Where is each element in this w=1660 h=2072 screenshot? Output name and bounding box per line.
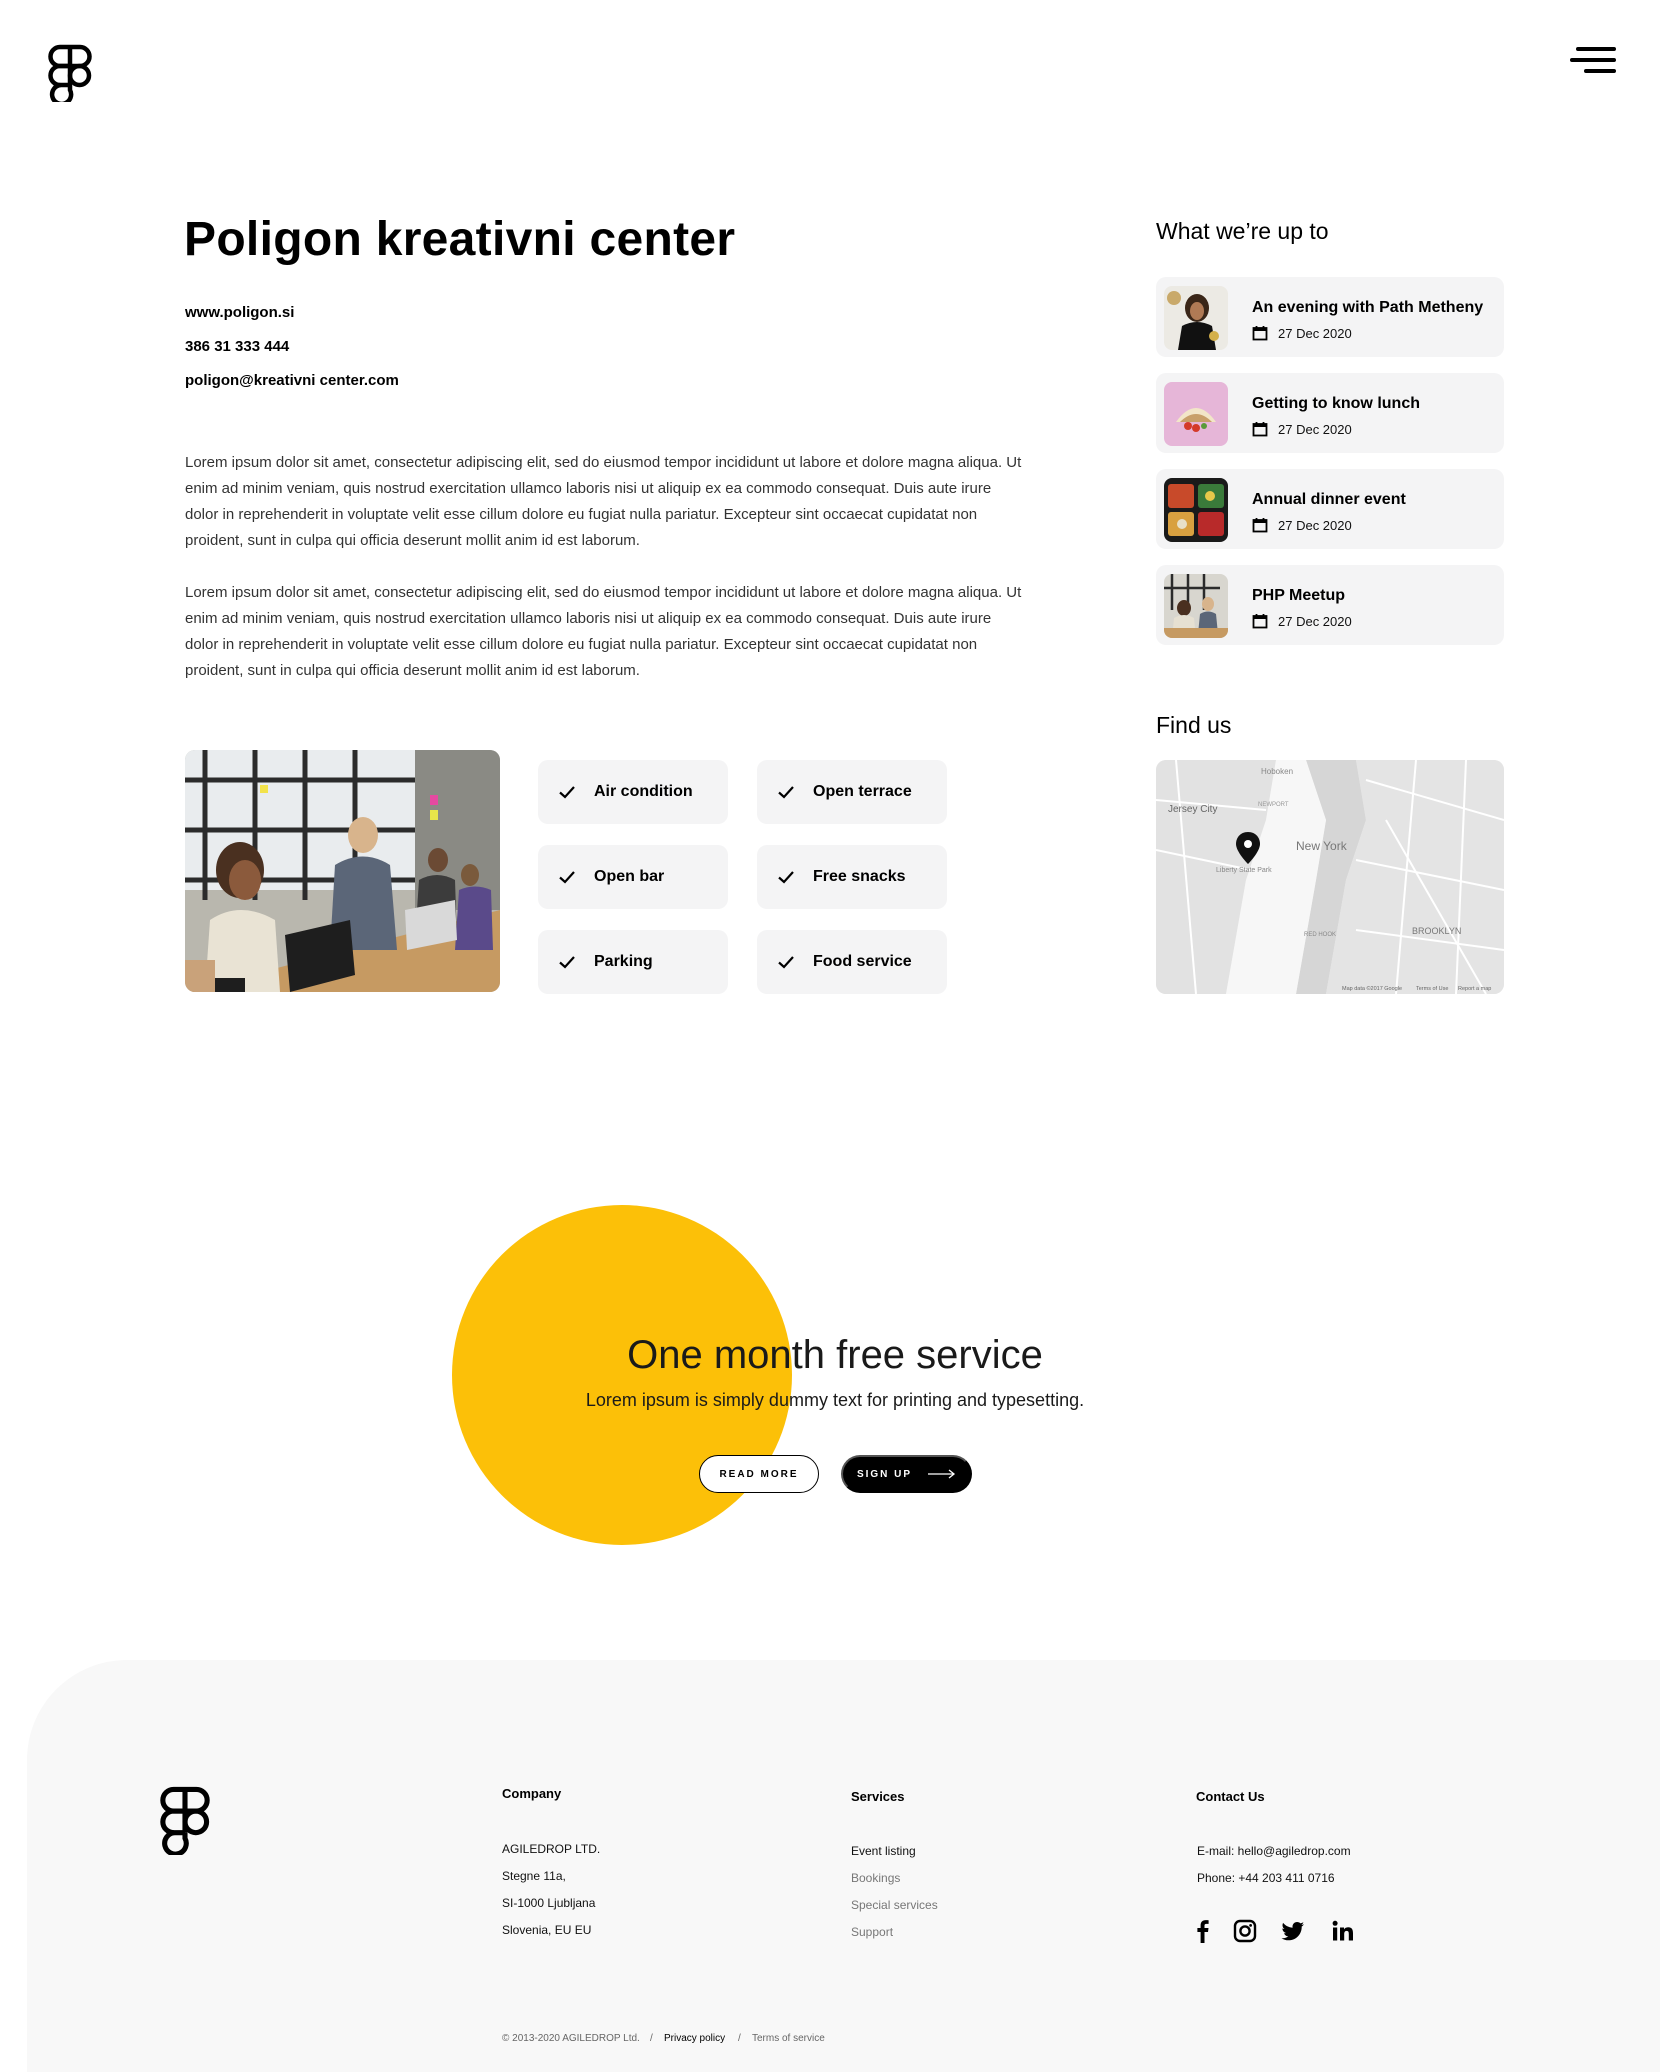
checkmark-icon — [778, 786, 794, 799]
map-attribution: Map data ©2017 Google — [1342, 985, 1402, 992]
footer-link-special-services[interactable]: Special services — [851, 1898, 938, 1912]
promo-title: One month free service — [627, 1333, 1043, 1377]
map-terms-link[interactable]: Terms of Use — [1416, 986, 1448, 992]
map-label: New York — [1296, 839, 1348, 853]
location-map[interactable]: Hoboken Jersey City NEWPORT New York Lib… — [1156, 760, 1504, 994]
amenity-label: Free snacks — [813, 868, 906, 885]
calendar-icon — [1252, 518, 1268, 533]
checkmark-icon — [778, 871, 794, 884]
amenity-tag: Free snacks — [757, 845, 947, 909]
footer-logo-icon[interactable] — [160, 1783, 210, 1857]
map-report-link[interactable]: Report a map — [1458, 986, 1491, 992]
calendar-icon — [1252, 326, 1268, 341]
venue-website[interactable]: www.poligon.si — [185, 304, 294, 321]
event-card[interactable]: Getting to know lunch 27 Dec 2020 — [1156, 373, 1504, 453]
facebook-icon[interactable] — [1190, 1918, 1216, 1944]
footer-link-support[interactable]: Support — [851, 1925, 893, 1939]
amenity-tag: Open terrace — [757, 760, 947, 824]
amenity-label: Open bar — [594, 868, 665, 885]
venue-email[interactable]: poligon@kreativni center.com — [185, 372, 399, 389]
event-thumbnail — [1164, 286, 1228, 350]
checkmark-icon — [559, 786, 575, 799]
page-title: Poligon kreativni center — [184, 213, 736, 266]
privacy-policy-link[interactable]: Privacy policy — [664, 2033, 725, 2044]
map-label: RED HOOK — [1304, 932, 1336, 938]
venue-phone[interactable]: 386 31 333 444 — [185, 338, 289, 355]
event-card[interactable]: Annual dinner event 27 Dec 2020 — [1156, 469, 1504, 549]
read-more-button[interactable]: READ MORE — [699, 1455, 819, 1493]
footer-company-line: SI-1000 Ljubljana — [502, 1896, 596, 1910]
amenity-tag: Air condition — [538, 760, 728, 824]
map-label: Liberty State Park — [1216, 867, 1272, 874]
event-title: Annual dinner event — [1252, 491, 1406, 508]
footer-separator: / — [738, 2033, 741, 2044]
event-date: 27 Dec 2020 — [1278, 517, 1352, 533]
map-label: NEWPORT — [1258, 802, 1289, 808]
footer-contact-email[interactable]: E-mail: hello@agiledrop.com — [1197, 1844, 1351, 1858]
map-label: Hoboken — [1261, 767, 1293, 776]
footer-company-heading: Company — [502, 1786, 562, 1801]
footer-link-event-listing[interactable]: Event listing — [851, 1844, 916, 1858]
map-label: BROOKLYN — [1412, 926, 1461, 936]
checkmark-icon — [559, 871, 575, 884]
terms-of-service-link[interactable]: Terms of service — [752, 2033, 825, 2044]
event-title: An evening with Path Metheny — [1252, 299, 1484, 316]
amenity-label: Food service — [813, 953, 912, 970]
footer-company-line: Stegne 11a, — [502, 1869, 566, 1883]
figma-logo-icon[interactable] — [48, 44, 92, 107]
event-thumbnail — [1164, 478, 1228, 542]
amenity-label: Open terrace — [813, 783, 912, 800]
footer-contact-phone[interactable]: Phone: +44 203 411 0716 — [1197, 1871, 1335, 1885]
events-heading: What we’re up to — [1156, 218, 1329, 244]
promo-subtitle: Lorem ipsum is simply dummy text for pri… — [585, 1390, 1085, 1410]
sign-up-button[interactable]: SIGN UP — [841, 1455, 972, 1493]
event-title: Getting to know lunch — [1252, 395, 1420, 412]
arrow-right-icon — [928, 1469, 956, 1479]
event-date: 27 Dec 2020 — [1278, 613, 1352, 629]
sign-up-label: SIGN UP — [856, 1468, 913, 1480]
footer-link-bookings[interactable]: Bookings — [851, 1871, 900, 1885]
amenity-label: Air condition — [594, 783, 693, 800]
footer-company-line: AGILEDROP LTD. — [502, 1842, 601, 1856]
instagram-icon[interactable] — [1232, 1918, 1258, 1944]
linkedin-icon[interactable] — [1330, 1918, 1356, 1944]
map-heading: Find us — [1156, 712, 1232, 738]
footer — [27, 1660, 1660, 2072]
footer-services-heading: Services — [851, 1789, 905, 1804]
amenity-tag: Parking — [538, 930, 728, 994]
map-label: Jersey City — [1168, 804, 1217, 815]
checkmark-icon — [778, 956, 794, 969]
amenity-label: Parking — [594, 953, 653, 970]
amenity-tag: Food service — [757, 930, 947, 994]
event-thumbnail — [1164, 382, 1228, 446]
venue-photo — [185, 750, 500, 992]
description-paragraph: Lorem ipsum dolor sit amet, consectetur … — [185, 584, 1022, 679]
description-paragraph: Lorem ipsum dolor sit amet, consectetur … — [185, 454, 1022, 549]
checkmark-icon — [559, 956, 575, 969]
footer-separator: / — [650, 2033, 653, 2044]
hamburger-menu-icon[interactable] — [1568, 44, 1616, 76]
event-card[interactable]: PHP Meetup 27 Dec 2020 — [1156, 565, 1504, 645]
event-date: 27 Dec 2020 — [1278, 421, 1352, 437]
event-card[interactable]: An evening with Path Metheny 27 Dec 2020 — [1156, 277, 1504, 357]
event-date: 27 Dec 2020 — [1278, 325, 1352, 341]
calendar-icon — [1252, 614, 1268, 629]
calendar-icon — [1252, 422, 1268, 437]
footer-company-line: Slovenia, EU EU — [502, 1923, 592, 1937]
twitter-icon[interactable] — [1280, 1918, 1306, 1944]
footer-contact-heading: Contact Us — [1196, 1789, 1265, 1804]
footer-copyright: © 2013-2020 AGILEDROP Ltd. — [502, 2033, 640, 2044]
event-thumbnail — [1164, 574, 1228, 638]
amenity-tag: Open bar — [538, 845, 728, 909]
event-title: PHP Meetup — [1252, 587, 1346, 604]
